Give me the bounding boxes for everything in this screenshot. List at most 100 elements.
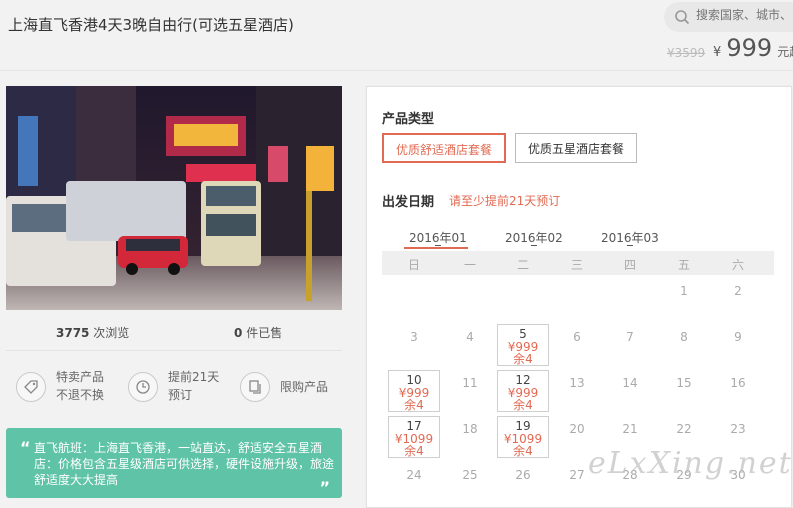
calendar-day-available[interactable]: 19 ¥1099 余4 xyxy=(497,416,549,458)
feature-line: 预订 xyxy=(168,388,193,402)
price-suffix: 元起 xyxy=(777,45,793,59)
watermark: eLxXing.net xyxy=(588,446,793,481)
day-stock: 余4 xyxy=(404,444,424,458)
weekday-label: 五 xyxy=(677,258,690,272)
month-label: 2016年02 xyxy=(505,231,563,245)
day-number: 1 xyxy=(680,284,688,298)
sold-stat: 0 件已售 xyxy=(234,324,282,341)
tab-tick xyxy=(434,245,441,246)
tab-tick xyxy=(530,245,537,246)
feature-line: 不退不换 xyxy=(56,388,105,402)
day-number: 11 xyxy=(462,376,478,390)
feature-line: 特卖产品 xyxy=(56,370,105,384)
calendar-day: 3 xyxy=(388,324,440,366)
weekday-label: 二 xyxy=(516,258,529,272)
views-stat: 3775 次浏览 xyxy=(56,324,129,341)
product-photo xyxy=(6,86,342,310)
day-number: 17 xyxy=(406,419,422,433)
search-input[interactable] xyxy=(696,8,793,22)
day-number: 15 xyxy=(676,376,692,390)
calendar-day: 1 xyxy=(658,278,710,320)
month-label: 2016年03 xyxy=(601,231,659,245)
quote-close: ” xyxy=(319,478,330,497)
month-tab-2016-03[interactable]: 2016年03 xyxy=(601,229,659,246)
month-tab-2016-01[interactable]: 2016年01 xyxy=(409,229,467,246)
calendar-day-available[interactable]: 12 ¥999 余4 xyxy=(497,370,549,412)
day-number: 5 xyxy=(519,327,527,341)
day-number: 12 xyxy=(515,373,531,387)
sold-count: 0 xyxy=(234,326,243,340)
sold-label: 件已售 xyxy=(246,326,283,340)
current-price: ¥ 999 元起 xyxy=(713,34,793,62)
search-icon xyxy=(675,10,690,25)
clock-icon xyxy=(128,372,158,402)
views-label: 次浏览 xyxy=(93,326,130,340)
day-stock: 余4 xyxy=(513,398,533,412)
views-count: 3775 xyxy=(56,326,90,340)
month-tab-2016-02[interactable]: 2016年02 xyxy=(505,229,563,246)
search-box[interactable] xyxy=(664,2,793,32)
day-number: 13 xyxy=(569,376,585,390)
day-number: 4 xyxy=(466,330,474,344)
day-number: 26 xyxy=(515,468,531,482)
calendar-day: 7 xyxy=(604,324,656,366)
calendar-day-available[interactable]: 5 ¥999 余4 xyxy=(497,324,549,366)
feature-advance-booking: 提前21天预订 xyxy=(128,368,219,404)
calendar-day: 13 xyxy=(551,370,603,412)
day-number: 16 xyxy=(730,376,746,390)
day-number: 23 xyxy=(730,422,746,436)
calendar-day: 6 xyxy=(551,324,603,366)
day-number: 24 xyxy=(406,468,422,482)
day-number: 10 xyxy=(406,373,422,387)
product-description: “ 直飞航班：上海直飞香港，一站直达，舒适安全五星酒店：价格包含五星级酒店可供选… xyxy=(6,428,342,498)
weekday-label: 日 xyxy=(407,258,420,272)
package-five-star-button[interactable]: 优质五星酒店套餐 xyxy=(515,133,638,163)
day-number: 3 xyxy=(410,330,418,344)
calendar-day: 9 xyxy=(712,324,764,366)
product-stats: 3775 次浏览 0 件已售 xyxy=(6,316,342,348)
day-stock: 余4 xyxy=(513,444,533,458)
product-type-label: 产品类型 xyxy=(382,112,435,127)
package-comfort-button[interactable]: 优质舒适酒店套餐 xyxy=(382,133,507,163)
weekday-label: 三 xyxy=(570,258,583,272)
tab-tick xyxy=(626,245,633,246)
day-number: 22 xyxy=(676,422,692,436)
calendar-day-available[interactable]: 10 ¥999 余4 xyxy=(388,370,440,412)
day-stock: 余4 xyxy=(513,352,533,366)
weekday-label: 四 xyxy=(623,258,636,272)
original-price: ¥3599 xyxy=(667,46,706,60)
day-number: 25 xyxy=(462,468,478,482)
calendar-day: 16 xyxy=(712,370,764,412)
calendar-day: 14 xyxy=(604,370,656,412)
calendar-day: 4 xyxy=(444,324,496,366)
calendar-day-available[interactable]: 17 ¥1099 余4 xyxy=(388,416,440,458)
stats-divider xyxy=(6,350,342,351)
day-number: 14 xyxy=(622,376,638,390)
calendar-day: 2 xyxy=(712,278,764,320)
tag-icon xyxy=(16,372,46,402)
calendar-day: 18 xyxy=(444,416,496,458)
description-text: 直飞航班：上海直飞香港，一站直达，舒适安全五星酒店：价格包含五星级酒店可供选择，… xyxy=(34,441,335,487)
booking-note: 请至少提前21天预订 xyxy=(449,194,561,208)
departure-date-label: 出发日期 xyxy=(382,195,435,210)
day-number: 7 xyxy=(626,330,634,344)
month-label: 2016年01 xyxy=(409,231,467,245)
day-number: 6 xyxy=(573,330,581,344)
feature-line: 限购产品 xyxy=(280,380,329,394)
feature-line: 提前21天 xyxy=(168,370,220,384)
day-number: 9 xyxy=(734,330,742,344)
weekday-label: 六 xyxy=(731,258,744,272)
feature-special-sale: 特卖产品 不退不换 xyxy=(16,368,104,404)
day-number: 18 xyxy=(462,422,478,436)
price-value: 999 xyxy=(726,34,773,62)
calendar-day: 8 xyxy=(658,324,710,366)
quote-open: “ xyxy=(20,438,31,457)
calendar-day: 11 xyxy=(444,370,496,412)
copy-icon xyxy=(240,372,270,402)
day-number: 19 xyxy=(515,419,531,433)
weekday-label: 一 xyxy=(463,258,476,272)
day-number: 20 xyxy=(569,422,585,436)
day-number: 8 xyxy=(680,330,688,344)
day-number: 21 xyxy=(622,422,638,436)
header-divider xyxy=(0,70,793,71)
